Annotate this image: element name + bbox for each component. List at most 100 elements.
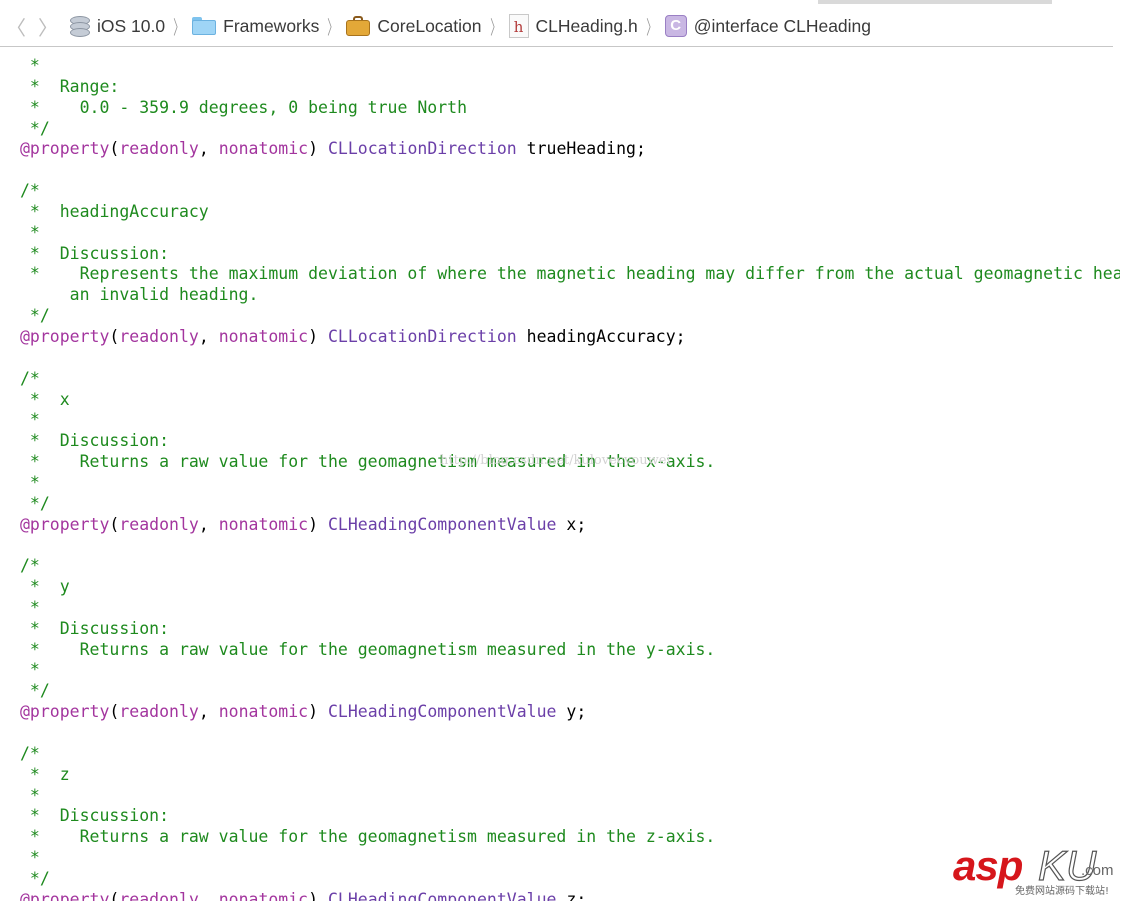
code-line: @property(readonly, nonatomic) CLHeading…	[20, 702, 1120, 723]
breadcrumb-frameworks[interactable]: Frameworks	[192, 16, 319, 37]
code-token-plain: )	[308, 889, 328, 901]
code-token-comment: * Returns a raw value for the geomagneti…	[20, 639, 716, 659]
code-token-keyword: readonly	[119, 702, 199, 722]
code-token-type: CLLocationDirection	[327, 326, 517, 346]
code-line: @property(readonly, nonatomic) CLLocatio…	[20, 139, 1120, 160]
code-token-keyword: readonly	[119, 139, 199, 159]
breadcrumb-separator: 〉	[173, 16, 184, 39]
code-token-keyword: nonatomic	[218, 139, 309, 159]
jump-bar: 〈 〉 iOS 10.0 〉 Frameworks 〉 CoreLocation…	[0, 6, 1113, 46]
code-token-comment: *	[20, 597, 40, 617]
code-token-comment: * Discussion:	[20, 806, 170, 826]
code-token-comment: /*	[20, 556, 40, 576]
code-token-plain: ,	[198, 139, 219, 159]
code-token-plain: headingAccuracy;	[516, 326, 686, 346]
code-token-comment: an invalid heading.	[20, 285, 259, 305]
breadcrumb-label: CLHeading.h	[535, 15, 638, 36]
code-token-comment: * 0.0 - 359.9 degrees, 0 being true Nort…	[20, 97, 468, 117]
code-line: * Discussion:	[20, 244, 1120, 265]
sdk-icon	[68, 15, 90, 37]
code-token-keyword: readonly	[119, 889, 199, 901]
code-line: * Represents the maximum deviation of wh…	[20, 264, 1120, 285]
watermark-text: http://blog.csdn.net/kulovecyouwei	[440, 453, 671, 468]
code-token-plain: (	[109, 514, 120, 534]
code-token-comment: * Discussion:	[20, 243, 170, 263]
code-line: * x	[20, 390, 1120, 411]
code-token-keyword: readonly	[119, 514, 199, 534]
code-token-comment: */	[20, 681, 50, 701]
breadcrumb-label: @interface CLHeading	[693, 15, 872, 36]
logo-tagline: 免费网站源码下载站!	[1015, 886, 1110, 897]
code-token-plain: y;	[556, 702, 587, 722]
code-token-comment: * Represents the maximum deviation of wh…	[29, 264, 1120, 284]
back-arrow-icon[interactable]: 〈	[6, 12, 26, 41]
code-token-comment: /*	[20, 368, 40, 388]
code-token-plain: )	[308, 326, 328, 346]
code-token-plain: trueHeading;	[516, 139, 646, 159]
code-token-comment: *	[20, 56, 40, 75]
code-token-comment: */	[20, 118, 50, 138]
code-token-comment: * y	[20, 577, 70, 597]
code-line: *	[20, 473, 1120, 494]
breadcrumb-label: Frameworks	[223, 15, 320, 36]
forward-arrow-icon[interactable]: 〉	[38, 12, 58, 41]
code-token-type: CLLocationDirection	[327, 139, 517, 159]
code-token-type: CLHeadingComponentValue	[327, 514, 557, 534]
code-token-plain: )	[308, 139, 328, 159]
code-line: * z	[20, 765, 1120, 786]
logo-domain-text: .com	[1081, 862, 1114, 879]
code-line: *	[20, 223, 1120, 244]
code-token-comment: *	[20, 472, 40, 492]
code-line: *	[20, 786, 1120, 807]
code-token-plain: ,	[198, 702, 219, 722]
breadcrumb-label: iOS 10.0	[97, 15, 166, 36]
code-line: * Returns a raw value for the geomagneti…	[20, 640, 1120, 661]
code-token-comment: * Returns a raw value for the geomagneti…	[20, 827, 716, 847]
code-token-comment: /*	[20, 743, 40, 763]
code-editor[interactable]: * * Range: * 0.0 - 359.9 degrees, 0 bein…	[20, 56, 1120, 901]
code-line: * 0.0 - 359.9 degrees, 0 being true Nort…	[20, 98, 1120, 119]
code-token-comment: *	[20, 660, 40, 680]
folder-icon	[192, 17, 217, 35]
code-line: */	[20, 494, 1120, 515]
code-token-comment: */	[20, 306, 50, 326]
code-token-plain: (	[109, 326, 120, 346]
breadcrumb-corelocation[interactable]: CoreLocation	[346, 15, 482, 37]
code-token-keyword: @property	[20, 139, 110, 159]
breadcrumb-header-file[interactable]: h CLHeading.h	[508, 14, 638, 38]
code-line: * headingAccuracy	[20, 202, 1120, 223]
code-token-comment: *	[20, 410, 40, 430]
code-line: @property(readonly, nonatomic) CLLocatio…	[20, 327, 1120, 348]
code-token-plain: )	[308, 702, 328, 722]
code-token-type: CLHeadingComponentValue	[327, 702, 557, 722]
breadcrumb-interface[interactable]: C @interface CLHeading	[664, 15, 872, 37]
code-token-comment: */	[20, 493, 50, 513]
header-file-icon: h	[508, 14, 529, 38]
code-token-keyword: nonatomic	[218, 889, 309, 901]
code-token-comment: *	[20, 848, 40, 868]
site-logo: asp KU .com 免费网站源码下载站!	[953, 840, 1123, 898]
code-token-comment: * Discussion:	[20, 431, 170, 451]
code-token-plain: x;	[556, 514, 587, 534]
code-line: */	[20, 681, 1120, 702]
code-line: * Discussion:	[20, 806, 1120, 827]
class-icon: C	[664, 15, 687, 37]
code-token-comment: * Range:	[20, 76, 120, 96]
code-token-plain: ,	[198, 889, 219, 901]
code-token-plain: ,	[198, 326, 219, 346]
framework-icon	[346, 16, 371, 36]
code-token-keyword: @property	[20, 514, 110, 534]
breadcrumb-label: CoreLocation	[377, 15, 482, 36]
code-line: * Range:	[20, 77, 1120, 98]
breadcrumb-sdk[interactable]: iOS 10.0	[68, 15, 165, 37]
code-line: an invalid heading.	[20, 285, 1120, 306]
logo-main-text: asp	[953, 842, 1023, 889]
code-token-plain: (	[109, 889, 120, 901]
code-line: *	[20, 410, 1120, 431]
code-line: * Discussion:	[20, 431, 1120, 452]
code-token-comment: * x	[20, 389, 70, 409]
code-line: /*	[20, 369, 1120, 390]
code-token-plain: z;	[556, 889, 587, 901]
